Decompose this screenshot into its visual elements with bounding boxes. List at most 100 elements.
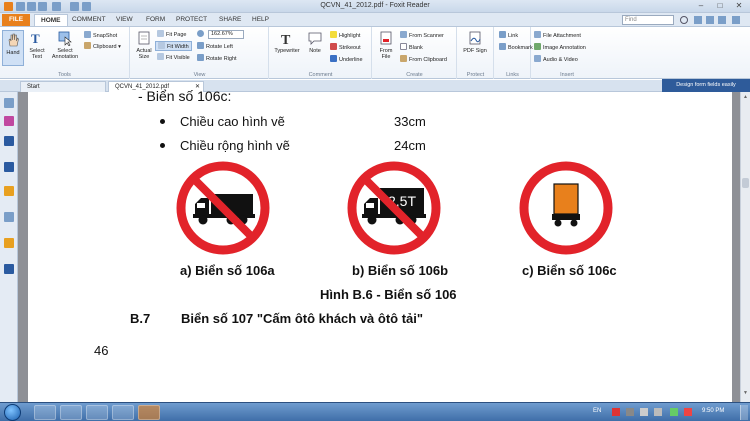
hand-button[interactable]: Hand xyxy=(2,30,24,66)
group-insert: File Attachment Image Annotation Audio &… xyxy=(532,27,602,79)
search-icon[interactable] xyxy=(680,16,688,24)
select-annotation-button[interactable]: Select Annotation xyxy=(50,30,80,60)
strikeout-label: Strikeout xyxy=(339,45,361,51)
group-create: From File From Scanner Blank From Clipbo… xyxy=(373,27,457,79)
tools-group-label: Tools xyxy=(58,72,71,78)
show-desktop-button[interactable] xyxy=(740,405,748,420)
tray-battery-icon[interactable] xyxy=(670,408,678,416)
pdf-page[interactable]: - Biển số 106c: Chiều cao hình vẽ 33cm C… xyxy=(28,88,732,402)
security-lock-icon[interactable] xyxy=(4,238,14,248)
bookmark-button[interactable]: Bookmark xyxy=(499,43,533,53)
taskbar-firefox[interactable] xyxy=(86,405,108,420)
scrollbar-thumb[interactable] xyxy=(742,178,749,188)
paperclip-icon xyxy=(534,31,541,38)
from-file-icon xyxy=(380,31,392,45)
minimize-icon[interactable]: – xyxy=(692,0,710,12)
tray-app-icon[interactable] xyxy=(612,408,620,416)
actual-size-button[interactable]: Actual Size xyxy=(133,30,155,60)
rotate-right-icon xyxy=(197,54,204,61)
tray-flag-icon[interactable] xyxy=(626,408,634,416)
highlight-button[interactable]: Highlight xyxy=(330,31,360,41)
attachments-icon[interactable] xyxy=(4,212,14,222)
pdf-sign-button[interactable]: PDF Sign xyxy=(462,30,488,54)
tray-network-icon[interactable] xyxy=(640,408,648,416)
scroll-down-icon[interactable]: ▼ xyxy=(742,390,749,397)
taskbar-foxit-reader[interactable] xyxy=(138,405,160,420)
from-clipboard-button[interactable]: From Clipboard xyxy=(400,55,447,65)
layout-icon[interactable] xyxy=(732,16,740,24)
figure-caption: Hình B.6 - Biển số 106 xyxy=(320,287,457,302)
taskbar-clock[interactable]: 9:50 PM xyxy=(702,408,724,414)
vertical-scrollbar[interactable]: ▲ ▼ xyxy=(740,92,750,402)
tab-home[interactable]: HOME xyxy=(34,14,68,26)
scroll-up-icon[interactable]: ▲ xyxy=(742,94,749,101)
help-icon[interactable] xyxy=(706,16,714,24)
actual-size-icon xyxy=(138,31,150,45)
pdf-sign-icon xyxy=(469,31,481,45)
tab-share[interactable]: SHARE xyxy=(213,14,247,26)
bullet-label: Chiều rộng hình vẽ xyxy=(180,138,290,153)
fit-width-button[interactable]: Fit Width xyxy=(155,41,192,51)
comments-panel-icon[interactable] xyxy=(4,162,14,172)
bookmarks-panel-icon[interactable] xyxy=(4,116,14,126)
select-annotation-label: Select Annotation xyxy=(51,48,79,60)
typewriter-label: Typewriter xyxy=(274,48,300,54)
zoom-input[interactable]: 162.67% xyxy=(208,30,244,39)
note-label: Note xyxy=(309,48,321,54)
image-annotation-button[interactable]: Image Annotation xyxy=(534,43,586,53)
taskbar-explorer[interactable] xyxy=(34,405,56,420)
tab-form[interactable]: FORM xyxy=(140,14,171,26)
rotate-left-icon xyxy=(197,42,204,49)
signatures-icon[interactable] xyxy=(4,186,14,196)
close-icon[interactable]: ✕ xyxy=(730,0,748,12)
fit-page-button[interactable]: Fit Page xyxy=(157,30,186,40)
maximize-icon[interactable]: □ xyxy=(711,0,729,12)
audio-video-label: Audio & Video xyxy=(543,57,578,63)
blank-button[interactable]: Blank xyxy=(400,43,423,53)
snapshot-button[interactable]: SnapShot xyxy=(84,31,117,41)
rotate-left-button[interactable]: Rotate Left xyxy=(197,42,233,52)
image-icon xyxy=(534,43,541,50)
underline-icon xyxy=(330,55,337,62)
layers-icon[interactable] xyxy=(4,136,14,146)
taskbar-chrome[interactable] xyxy=(112,405,134,420)
zoom-control[interactable] xyxy=(197,30,206,40)
grid-icon[interactable] xyxy=(718,16,726,24)
snapshot-label: SnapShot xyxy=(93,33,118,39)
tab-start[interactable]: Start xyxy=(20,81,106,92)
tab-view[interactable]: VIEW xyxy=(110,14,139,26)
language-indicator[interactable]: EN xyxy=(593,408,601,414)
tools-panel-icon[interactable] xyxy=(4,264,14,274)
blank-page-icon xyxy=(400,43,407,50)
link-button[interactable]: Link xyxy=(499,31,518,41)
settings-icon[interactable] xyxy=(694,16,702,24)
clipboard-button[interactable]: Clipboard ▾ xyxy=(84,42,121,52)
sign-banner[interactable]: Design form fields easily xyxy=(662,79,750,92)
typewriter-button[interactable]: T Typewriter xyxy=(272,30,302,54)
taskbar-media-player[interactable] xyxy=(60,405,82,420)
select-text-button[interactable]: T Select Text xyxy=(26,30,48,60)
tab-help[interactable]: HELP xyxy=(246,14,275,26)
tab-comment[interactable]: COMMENT xyxy=(66,14,112,26)
bullet-marker xyxy=(160,143,165,148)
rotate-right-button[interactable]: Rotate Right xyxy=(197,54,237,64)
find-input[interactable]: Find xyxy=(622,15,674,25)
tab-file[interactable]: FILE xyxy=(2,14,30,26)
file-attachment-button[interactable]: File Attachment xyxy=(534,31,581,41)
start-button[interactable] xyxy=(4,404,21,421)
underline-button[interactable]: Underline xyxy=(330,55,363,65)
strikeout-button[interactable]: Strikeout xyxy=(330,43,361,53)
fit-visible-button[interactable]: Fit Visible xyxy=(157,53,190,63)
view-group-label: View xyxy=(193,72,206,78)
ribbon: Hand T Select Text Select Annotation Sna… xyxy=(0,27,750,79)
sign-106b: 2,5T xyxy=(347,161,441,255)
from-scanner-button[interactable]: From Scanner xyxy=(400,31,444,41)
hand-label: Hand xyxy=(6,50,20,56)
audio-video-button[interactable]: Audio & Video xyxy=(534,55,578,65)
tray-antivirus-icon[interactable] xyxy=(684,408,692,416)
pages-icon[interactable] xyxy=(4,98,14,108)
note-button[interactable]: Note xyxy=(304,30,326,54)
from-file-button[interactable]: From File xyxy=(375,30,397,60)
tab-protect[interactable]: PROTECT xyxy=(170,14,213,26)
tray-volume-icon[interactable] xyxy=(654,408,662,416)
